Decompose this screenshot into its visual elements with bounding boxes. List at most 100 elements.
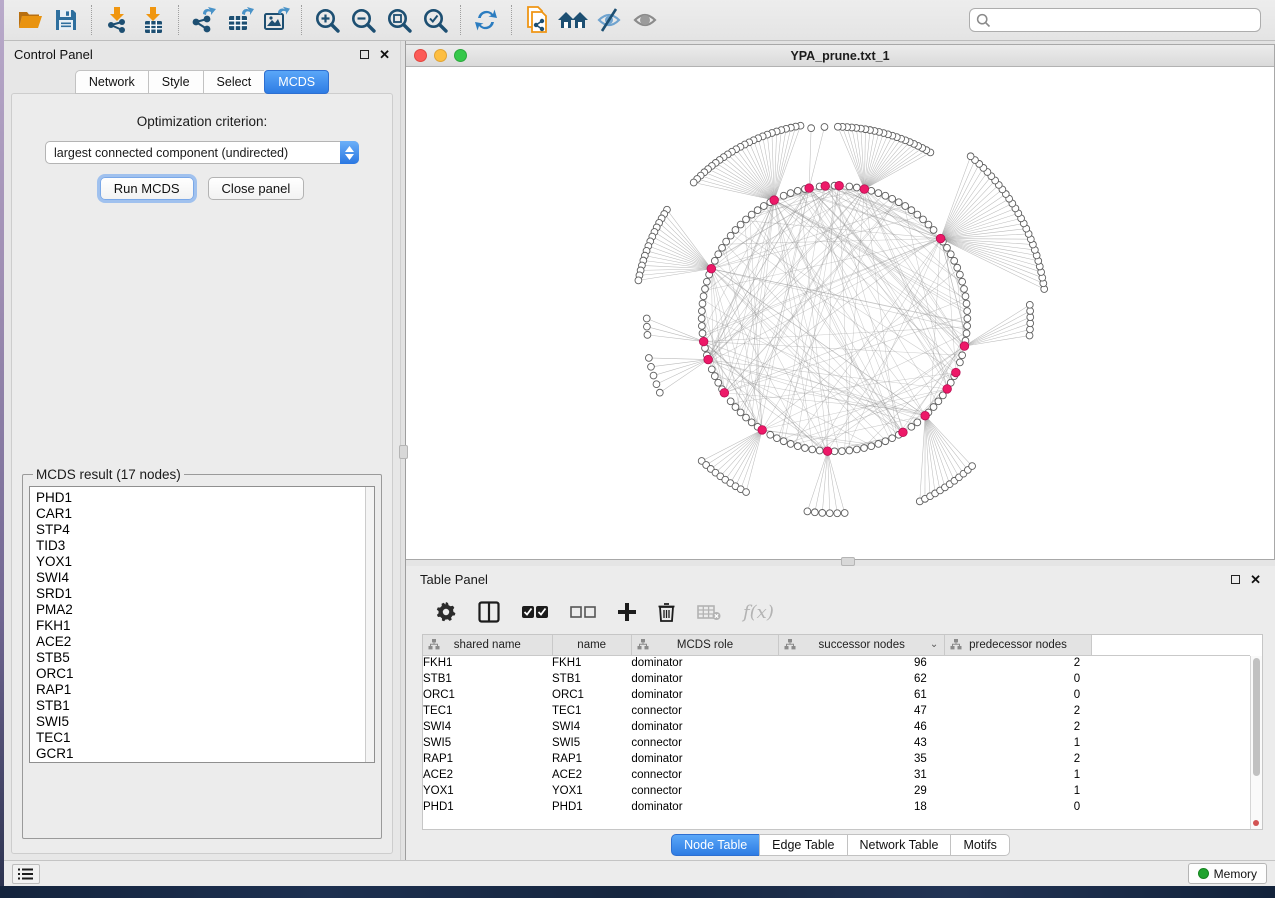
table-cell[interactable]: 2 [945,703,1091,719]
network-node[interactable] [920,216,927,223]
network-canvas[interactable] [406,67,1274,559]
table-cell[interactable]: 1 [945,735,1091,751]
network-node[interactable] [959,352,966,359]
network-node[interactable] [723,238,730,245]
column-header-name[interactable]: name [552,635,631,655]
network-node[interactable] [841,510,848,517]
table-cell[interactable]: SWI4 [423,719,552,735]
table-cell[interactable]: 47 [779,703,945,719]
network-node[interactable] [895,199,902,206]
import-table-icon[interactable] [135,3,171,37]
table-cell[interactable]: 0 [945,671,1091,687]
network-node[interactable] [882,192,889,199]
table-cell[interactable]: YOX1 [552,783,631,799]
mcds-result-item[interactable]: TEC1 [36,730,374,746]
network-node[interactable] [780,192,787,199]
network-node[interactable] [644,323,651,330]
run-mcds-button[interactable]: Run MCDS [100,177,194,200]
dominator-node[interactable] [943,385,952,394]
network-node[interactable] [690,179,697,186]
table-cell[interactable]: 29 [779,783,945,799]
network-node[interactable] [737,409,744,416]
table-cell[interactable]: 1 [945,767,1091,783]
tab-style[interactable]: Style [148,70,203,94]
table-cell[interactable]: PHD1 [552,799,631,815]
network-node[interactable] [846,183,853,190]
network-node[interactable] [853,446,860,453]
network-node[interactable] [748,419,755,426]
table-cell[interactable]: ORC1 [552,687,631,703]
table-row[interactable]: ORC1ORC1dominator610 [423,687,1250,703]
network-node[interactable] [760,203,767,210]
network-node[interactable] [853,184,860,191]
mcds-result-item[interactable]: YOX1 [36,554,374,570]
table-row[interactable]: YOX1YOX1connector291 [423,783,1250,799]
table-cell[interactable]: 96 [779,655,945,671]
mcds-result-item[interactable]: ORC1 [36,666,374,682]
network-node[interactable] [808,125,815,132]
network-node[interactable] [902,203,909,210]
table-cell[interactable]: 61 [779,687,945,703]
dominator-node[interactable] [720,388,729,397]
dominator-node[interactable] [921,411,930,420]
network-node[interactable] [698,323,705,330]
table-cell[interactable]: 1 [945,783,1091,799]
show-hidden-icon[interactable] [627,3,663,37]
memory-button[interactable]: Memory [1188,863,1267,884]
column-header-MCDS-role[interactable]: MCDS role [631,635,778,655]
network-node[interactable] [959,278,966,285]
network-node[interactable] [1026,301,1033,308]
network-node[interactable] [908,423,915,430]
network-node[interactable] [773,435,780,442]
tab-network[interactable]: Network [75,70,148,94]
network-node[interactable] [699,300,706,307]
table-cell[interactable]: FKH1 [552,655,631,671]
network-node[interactable] [935,398,942,405]
neighborhood-homes-icon[interactable] [555,3,591,37]
zoom-in-icon[interactable] [309,3,345,37]
table-cell[interactable]: STB1 [423,671,552,687]
export-table-icon[interactable] [222,3,258,37]
dominator-node[interactable] [835,181,844,190]
export-image-icon[interactable] [258,3,294,37]
network-node[interactable] [961,286,968,293]
mcds-result-item[interactable]: STP4 [36,522,374,538]
mcds-result-item[interactable]: PHD1 [36,490,374,506]
scrollbar-thumb[interactable] [1253,658,1260,776]
mcds-result-item[interactable]: STB1 [36,698,374,714]
table-row[interactable]: FKH1FKH1dominator962 [423,655,1250,671]
table-cell[interactable]: 2 [945,719,1091,735]
network-node[interactable] [715,379,722,386]
network-node[interactable] [908,207,915,214]
function-builder-icon[interactable]: f(x) [743,602,774,623]
dominator-node[interactable] [699,337,708,346]
network-node[interactable] [767,431,774,438]
table-cell[interactable]: YOX1 [423,783,552,799]
network-node[interactable] [914,211,921,218]
network-node[interactable] [794,443,801,450]
tab-edge-table[interactable]: Edge Table [759,834,846,856]
network-node[interactable] [809,446,816,453]
unselect-all-icon[interactable] [570,605,596,619]
table-cell[interactable]: TEC1 [423,703,552,719]
network-node[interactable] [644,331,651,338]
table-settings-gear-icon[interactable] [436,602,456,622]
search-box[interactable] [969,8,1261,32]
table-cell[interactable]: SWI5 [552,735,631,751]
network-node[interactable] [780,438,787,445]
table-cell[interactable]: 0 [945,799,1091,815]
mcds-result-item[interactable]: SRD1 [36,586,374,602]
table-cell[interactable]: ACE2 [552,767,631,783]
network-node[interactable] [732,404,739,411]
table-cell[interactable]: 2 [945,655,1091,671]
network-node[interactable] [951,257,958,264]
table-cell[interactable]: SWI5 [423,735,552,751]
network-node[interactable] [698,308,705,315]
table-cell[interactable]: dominator [631,655,778,671]
mcds-result-item[interactable]: FKH1 [36,618,374,634]
mcds-result-item[interactable]: SWI4 [36,570,374,586]
network-node[interactable] [743,489,750,496]
zoom-out-icon[interactable] [345,3,381,37]
network-node[interactable] [925,221,932,228]
network-node[interactable] [930,227,937,234]
